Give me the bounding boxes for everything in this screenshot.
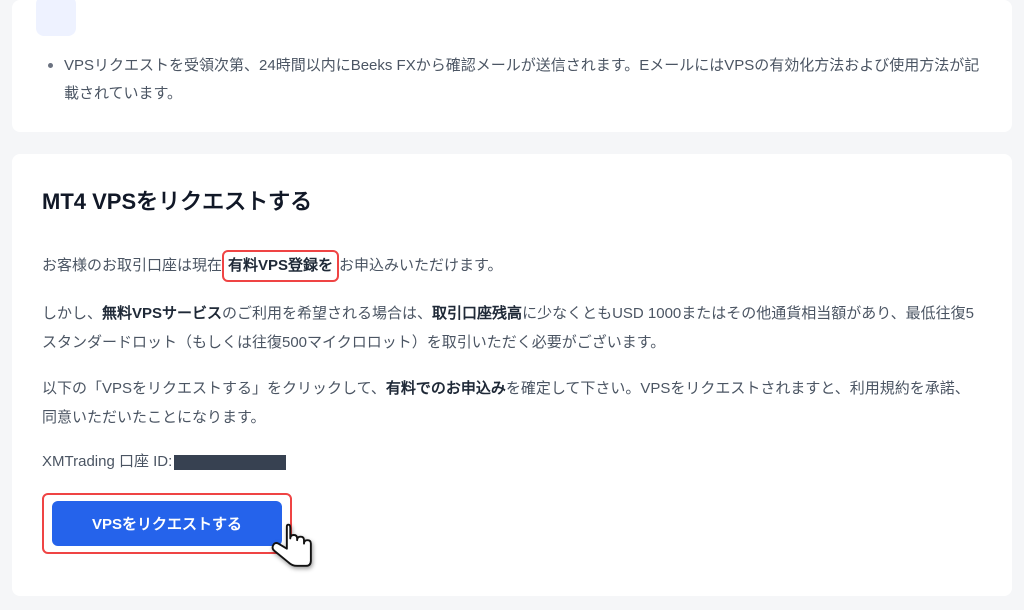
- vps-request-card: MT4 VPSをリクエストする お客様のお取引口座は現在有料VPS登録をお申込み…: [12, 154, 1012, 597]
- p2-a: しかし、: [42, 305, 102, 322]
- button-highlight-box: VPSをリクエストする: [42, 493, 292, 554]
- info-card: VPSリクエストを受領次第、24時間以内にBeeks FXから確認メールが送信さ…: [12, 0, 1012, 132]
- p2-c: のご利用を希望される場合は、: [222, 305, 432, 322]
- p1-pre: お客様のお取引口座は現在: [42, 257, 222, 274]
- p2-b: 無料VPSサービス: [102, 305, 222, 322]
- highlight-box-paid-vps: 有料VPS登録を: [222, 250, 339, 283]
- p2-d: 取引口座残高: [432, 305, 522, 322]
- p1-post: お申込みいただけます。: [339, 257, 503, 274]
- p3-b: 有料でのお申込み: [386, 380, 506, 397]
- info-list: VPSリクエストを受領次第、24時間以内にBeeks FXから確認メールが送信さ…: [42, 52, 982, 108]
- p1-box-text: 有料VPS登録を: [228, 257, 333, 274]
- vps-request-button[interactable]: VPSをリクエストする: [52, 501, 282, 546]
- account-id-redacted: [174, 455, 286, 470]
- account-id-label: XMTrading 口座 ID:: [42, 453, 172, 470]
- p3-a: 以下の「VPSをリクエストする」をクリックして、: [42, 380, 386, 397]
- section-title: MT4 VPSをリクエストする: [42, 184, 982, 216]
- paragraph-2: しかし、無料VPSサービスのご利用を希望される場合は、取引口座残高に少なくともU…: [42, 300, 982, 357]
- account-id-row: XMTrading 口座 ID:: [42, 450, 982, 471]
- paragraph-1: お客様のお取引口座は現在有料VPS登録をお申込みいただけます。: [42, 250, 982, 283]
- header-icon-placeholder: [36, 0, 76, 36]
- paragraph-3: 以下の「VPSをリクエストする」をクリックして、有料でのお申込みを確定して下さい…: [42, 375, 982, 432]
- info-bullet: VPSリクエストを受領次第、24時間以内にBeeks FXから確認メールが送信さ…: [42, 52, 982, 108]
